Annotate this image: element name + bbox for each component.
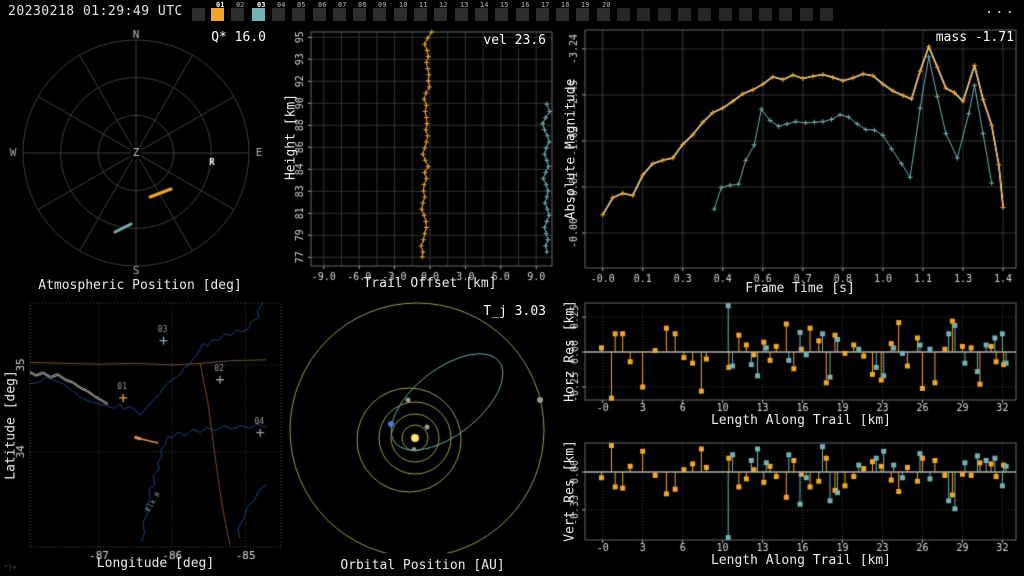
tab-16[interactable]: 16 xyxy=(516,1,529,21)
top-bar: 20230218 01:29:49 UTC 01 02 03 04 05 06 07 08 09… xyxy=(0,0,1024,24)
tab-15[interactable]: 15 xyxy=(495,1,508,21)
watermark: rjw xyxy=(4,563,17,571)
tab-number: 19 xyxy=(581,1,590,9)
map-y-axis-title: Latitude [deg] xyxy=(3,370,19,480)
trail-x-axis-title: Trail Offset [km] xyxy=(363,276,497,291)
tab-08[interactable]: 08 xyxy=(353,1,366,21)
tab-blank[interactable] xyxy=(719,8,732,21)
tab-19[interactable]: 19 xyxy=(576,1,589,21)
magnitude-y-axis-title: Absolute Magnitude xyxy=(563,78,579,220)
magnitude-x-axis-title: Frame Time [s] xyxy=(745,281,855,296)
tab-blank[interactable] xyxy=(617,8,630,21)
trail-offset-plot xyxy=(280,24,560,300)
tab-number: 14 xyxy=(480,1,489,9)
tab-number: 18 xyxy=(561,1,570,9)
tab-blank[interactable] xyxy=(759,8,772,21)
tab-number: 06 xyxy=(318,1,327,9)
orbit-plot xyxy=(285,300,560,576)
tab-18[interactable]: 18 xyxy=(556,1,569,21)
orbit-plot-title: Orbital Position [AU] xyxy=(340,558,505,573)
tab-06[interactable]: 06 xyxy=(313,1,326,21)
magnitude-plot xyxy=(560,24,1024,300)
tab-05[interactable]: 05 xyxy=(292,1,305,21)
tab-blank[interactable] xyxy=(698,8,711,21)
tab-number: 07 xyxy=(338,1,347,9)
tab-number: 15 xyxy=(500,1,509,9)
tab-04[interactable]: 04 xyxy=(272,1,285,21)
tisserand-annotation: T_j 3.03 xyxy=(483,304,546,319)
mass-annotation: mass -1.71 xyxy=(935,30,1014,45)
tab-blank[interactable] xyxy=(678,8,691,21)
tab-blank[interactable] xyxy=(192,8,205,21)
tab-number: 11 xyxy=(419,1,428,9)
tab-20[interactable]: 20 xyxy=(597,1,610,21)
tab-number: 09 xyxy=(378,1,387,9)
tab-01[interactable]: 01 xyxy=(211,1,224,21)
tab-13[interactable]: 13 xyxy=(455,1,468,21)
residuals-plot xyxy=(560,300,1024,576)
tab-11[interactable]: 11 xyxy=(414,1,427,21)
tab-12[interactable]: 12 xyxy=(434,1,447,21)
tab-number: 02 xyxy=(236,1,245,9)
tab-number: 17 xyxy=(541,1,550,9)
horz-res-y-axis-title: Horz Res [km] xyxy=(562,300,578,402)
atmospheric-position-plot xyxy=(0,24,280,300)
q-value-annotation: Q* 16.0 xyxy=(211,30,266,45)
tab-blank[interactable] xyxy=(658,8,671,21)
tab-blank[interactable] xyxy=(779,8,792,21)
tab-03[interactable]: 03 xyxy=(252,1,265,21)
tab-number: 13 xyxy=(460,1,469,9)
velocity-annotation: vel 23.6 xyxy=(483,33,546,48)
timestamp: 20230218 01:29:49 UTC xyxy=(8,4,183,19)
tab-number: 05 xyxy=(297,1,306,9)
tab-10[interactable]: 10 xyxy=(394,1,407,21)
tab-number: 04 xyxy=(277,1,286,9)
ground-map-plot xyxy=(0,300,285,576)
polar-plot-title: Atmospheric Position [deg] xyxy=(38,278,242,293)
tab-09[interactable]: 09 xyxy=(373,1,386,21)
tab-number: 10 xyxy=(399,1,408,9)
map-x-axis-title: Longitude [deg] xyxy=(96,556,215,571)
meteor-analysis-app: 20230218 01:29:49 UTC 01 02 03 04 05 06 07 08 09… xyxy=(0,0,1024,576)
tab-number: 12 xyxy=(439,1,448,9)
tab-07[interactable]: 07 xyxy=(333,1,346,21)
tab-number: 08 xyxy=(358,1,367,9)
tab-blank[interactable] xyxy=(637,8,650,21)
tab-blank[interactable] xyxy=(800,8,813,21)
tab-02[interactable]: 02 xyxy=(231,1,244,21)
tab-14[interactable]: 14 xyxy=(475,1,488,21)
tab-number: 20 xyxy=(602,1,611,9)
horz-res-x-axis-title: Length Along Trail [km] xyxy=(710,413,891,428)
tab-number: 01 xyxy=(216,1,225,9)
overflow-menu[interactable]: ... xyxy=(985,1,1016,17)
vert-res-x-axis-title: Length Along Trail [km] xyxy=(710,553,891,568)
tab-blank[interactable] xyxy=(739,8,752,21)
tab-17[interactable]: 17 xyxy=(536,1,549,21)
vert-res-y-axis-title: Vert Res [km] xyxy=(562,440,578,542)
tab-blank[interactable] xyxy=(820,8,833,21)
tab-number: 16 xyxy=(521,1,530,9)
tab-number: 03 xyxy=(257,1,266,9)
trail-y-axis-title: Height [km] xyxy=(283,93,299,181)
